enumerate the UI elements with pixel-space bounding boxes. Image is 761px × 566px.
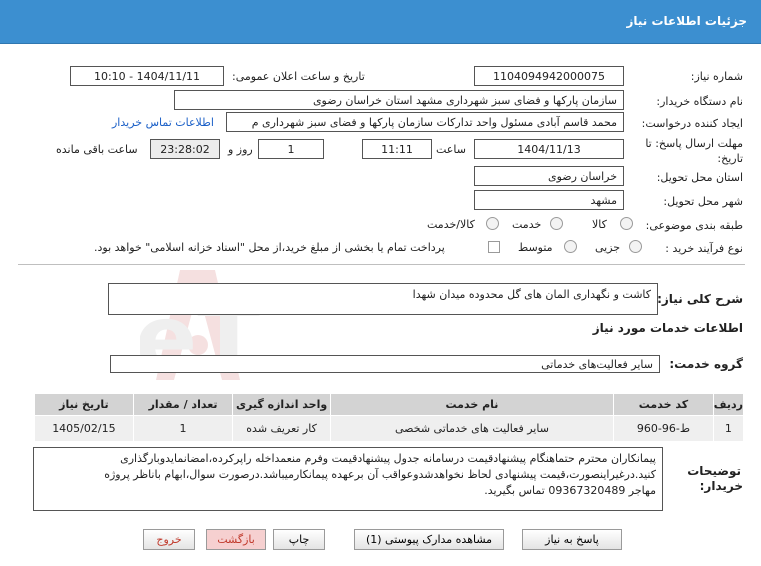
process-option-medium: متوسط <box>518 241 553 254</box>
category-option-goods: کالا <box>592 218 607 231</box>
col-unit: واحد اندازه گیری <box>232 393 331 416</box>
divider <box>18 264 745 265</box>
col-service-name: نام خدمت <box>329 393 615 416</box>
deadline-date-field: 1404/11/13 <box>474 139 624 159</box>
cell-need-date: 1405/02/15 <box>34 415 134 442</box>
attachments-button[interactable]: مشاهده مدارک پیوستی (1) <box>354 529 504 550</box>
summary-field: کاشت و نگهداری المان های گل محدوده میدان… <box>108 283 658 315</box>
col-service-code: کد خدمت <box>613 393 714 416</box>
notes-line-2: کنید.درغیراینصورت،قیمت پیشنهادی لحاظ نخو… <box>104 468 656 481</box>
cell-quantity: 1 <box>132 415 234 442</box>
deadline-time-field: 11:11 <box>362 139 432 159</box>
process-radio-medium[interactable] <box>564 240 577 253</box>
process-label: نوع فرآیند خرید : <box>665 242 743 255</box>
cell-service-name: سایر فعالیت های خدماتی شخصی <box>329 415 615 442</box>
page-header: جزئیات اطلاعات نیاز <box>0 0 761 44</box>
category-radio-goods[interactable] <box>620 217 633 230</box>
announce-field: 1404/11/11 - 10:10 <box>70 66 224 86</box>
print-button[interactable]: چاپ <box>273 529 325 550</box>
exit-button[interactable]: خروج <box>143 529 195 550</box>
category-label: طبقه بندی موضوعی: <box>645 219 743 232</box>
announce-label: تاریخ و ساعت اعلان عمومی: <box>232 70 365 83</box>
payment-note: پرداخت تمام یا بخشی از مبلغ خرید،از محل … <box>94 241 445 254</box>
services-table: ردیف کد خدمت نام خدمت واحد اندازه گیری ت… <box>34 393 745 442</box>
need-number-label: شماره نیاز: <box>690 70 743 83</box>
deadline-label: مهلت ارسال پاسخ: تا <box>645 137 743 150</box>
buyer-org-label: نام دستگاه خریدار: <box>656 95 743 108</box>
col-need-date: تاریخ نیاز <box>34 393 134 416</box>
deadline-label-2: تاریخ: <box>717 152 743 165</box>
process-radio-minor[interactable] <box>629 240 642 253</box>
notes-label-2: خریدار: <box>699 479 743 493</box>
cell-row: 1 <box>712 415 745 442</box>
province-label: استان محل تحویل: <box>656 171 743 184</box>
cell-service-code: ط-96-960 <box>613 415 714 442</box>
days-label: روز و <box>228 143 253 156</box>
back-button[interactable]: بازگشت <box>206 529 266 550</box>
remaining-label: ساعت باقی مانده <box>56 143 138 156</box>
treasury-checkbox[interactable] <box>488 241 500 253</box>
services-section-title: اطلاعات خدمات مورد نیاز <box>592 321 743 335</box>
province-field: خراسان رضوی <box>474 166 624 186</box>
category-option-both: کالا/خدمت <box>427 218 475 231</box>
category-radio-both[interactable] <box>486 217 499 230</box>
category-option-service: خدمت <box>512 218 542 231</box>
service-group-label: گروه خدمت: <box>669 357 743 371</box>
col-row: ردیف <box>712 393 745 416</box>
table-row: 1 ط-96-960 سایر فعالیت های خدماتی شخصی ک… <box>34 415 745 442</box>
reply-button[interactable]: پاسخ به نیاز <box>522 529 622 550</box>
remaining-time-field: 23:28:02 <box>150 139 220 159</box>
service-group-field: سایر فعالیت‌های خدماتی <box>110 355 660 373</box>
creator-label: ایجاد کننده درخواست: <box>641 117 743 130</box>
need-number-field: 1104094942000075 <box>474 66 624 86</box>
city-label: شهر محل تحویل: <box>663 195 743 208</box>
contact-info-link[interactable]: اطلاعات تماس خریدار <box>112 116 214 129</box>
creator-field: محمد قاسم آبادی مسئول واحد تدارکات سازما… <box>226 112 624 132</box>
cell-unit: کار تعریف شده <box>232 415 331 442</box>
buyer-org-field: سازمان پارکها و فضای سبز شهرداری مشهد اس… <box>174 90 624 110</box>
days-field: 1 <box>258 139 324 159</box>
time-label: ساعت <box>436 143 466 156</box>
notes-line-1: پیمانکاران محترم حتماهنگام پیشنهادقیمت د… <box>120 452 656 465</box>
notes-label: توضیحات <box>687 464 741 478</box>
page-title: جزئیات اطلاعات نیاز <box>626 14 747 28</box>
summary-label: شرح کلی نیاز: <box>657 292 743 306</box>
table-header-row: ردیف کد خدمت نام خدمت واحد اندازه گیری ت… <box>34 393 745 416</box>
process-option-minor: جزیی <box>595 241 621 254</box>
category-radio-service[interactable] <box>550 217 563 230</box>
col-quantity: تعداد / مقدار <box>132 393 234 416</box>
city-field: مشهد <box>474 190 624 210</box>
notes-line-3: مهاجر 09367320489 تماس بگیرید. <box>484 484 656 497</box>
notes-field: پیمانکاران محترم حتماهنگام پیشنهادقیمت د… <box>33 447 663 511</box>
